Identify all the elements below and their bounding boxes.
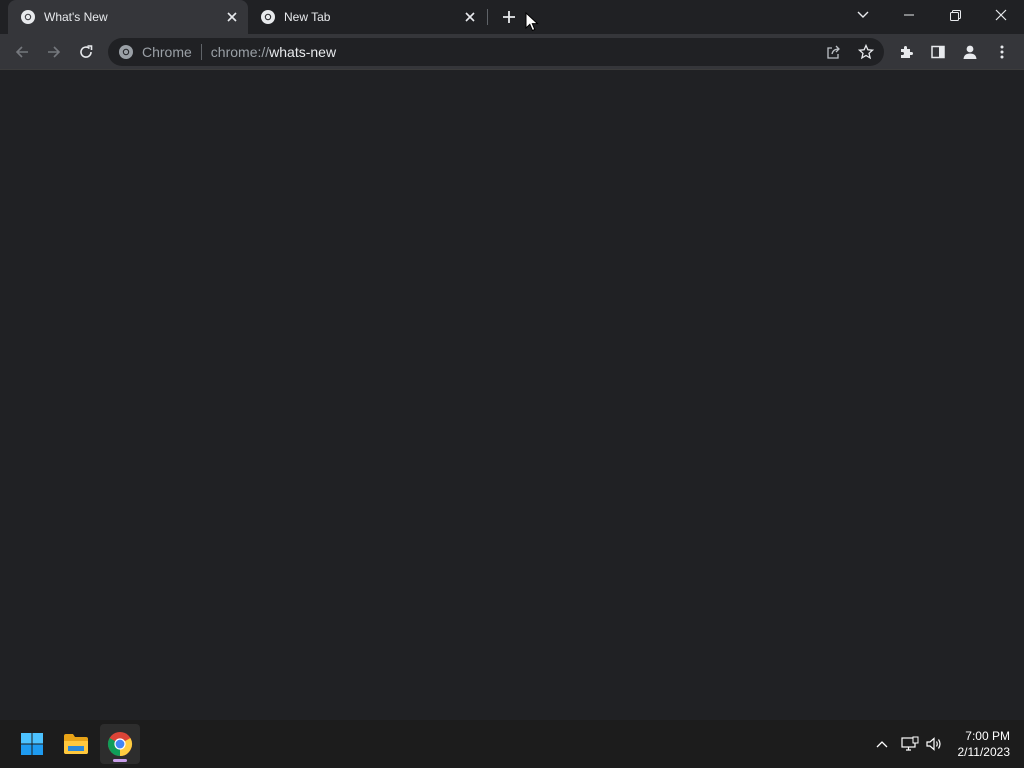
clock-time: 7:00 PM xyxy=(965,729,1010,743)
puzzle-piece-icon xyxy=(901,46,913,58)
person-icon xyxy=(963,45,977,59)
clock-date: 2/11/2023 xyxy=(957,745,1011,759)
new-tab-button[interactable] xyxy=(497,5,521,29)
side-panel-button[interactable] xyxy=(924,38,952,66)
file-explorer-button[interactable] xyxy=(56,724,96,764)
minimize-icon xyxy=(904,14,914,16)
plus-icon xyxy=(503,11,515,23)
close-icon xyxy=(995,9,1007,21)
file-explorer-icon xyxy=(64,734,88,754)
tab-title: What's New xyxy=(44,10,108,24)
arrow-left-icon xyxy=(15,46,28,58)
side-panel-icon xyxy=(931,45,945,59)
network-button[interactable] xyxy=(898,732,922,756)
restore-icon xyxy=(949,9,961,21)
site-chip-label: Chrome xyxy=(142,44,192,60)
show-hidden-icons-button[interactable] xyxy=(870,732,894,756)
url-host: whats-new xyxy=(269,44,337,60)
close-window-button[interactable] xyxy=(978,0,1024,30)
share-button[interactable] xyxy=(822,40,846,64)
address-bar[interactable]: Chrome chrome://whats-new xyxy=(108,38,884,66)
share-icon xyxy=(827,45,840,59)
close-tab-icon[interactable] xyxy=(460,7,480,27)
chrome-favicon-icon xyxy=(261,10,275,24)
tab-separator xyxy=(487,9,488,25)
reload-icon xyxy=(80,45,93,58)
tab-strip: What's New New Tab xyxy=(0,0,1024,34)
url-scheme: chrome:// xyxy=(210,44,270,60)
tab-search-button[interactable] xyxy=(840,0,886,30)
extensions-button[interactable] xyxy=(892,38,920,66)
close-tab-icon[interactable] xyxy=(222,7,242,27)
chevron-down-icon xyxy=(857,11,869,18)
more-vert-icon xyxy=(1000,45,1004,59)
page-content xyxy=(0,71,1024,720)
chrome-icon xyxy=(107,732,133,756)
chrome-taskbar-button[interactable] xyxy=(100,724,140,764)
back-button[interactable] xyxy=(8,38,36,66)
tab-whats-new[interactable]: What's New xyxy=(8,0,248,34)
start-button[interactable] xyxy=(12,724,52,764)
windows-taskbar: 7:00 PM 2/11/2023 xyxy=(0,720,1024,768)
star-icon xyxy=(858,44,874,60)
mouse-pointer-icon xyxy=(525,12,539,32)
forward-button[interactable] xyxy=(40,38,68,66)
bookmark-button[interactable] xyxy=(854,40,878,64)
volume-button[interactable] xyxy=(922,732,946,756)
tab-new-tab[interactable]: New Tab xyxy=(248,0,486,34)
browser-toolbar: Chrome chrome://whats-new xyxy=(0,34,1024,70)
menu-button[interactable] xyxy=(988,38,1016,66)
start-icon xyxy=(21,733,43,755)
chrome-favicon-icon xyxy=(21,10,35,24)
restore-button[interactable] xyxy=(932,0,978,30)
tab-title: New Tab xyxy=(284,10,331,24)
network-icon xyxy=(901,736,919,751)
profile-button[interactable] xyxy=(956,38,984,66)
clock[interactable]: 7:00 PM 2/11/2023 xyxy=(958,728,1011,760)
active-app-indicator xyxy=(113,759,127,762)
chevron-up-icon xyxy=(876,741,888,748)
minimize-button[interactable] xyxy=(886,0,932,30)
omnibox-divider xyxy=(200,44,202,60)
chrome-site-icon xyxy=(119,45,133,59)
speaker-icon xyxy=(926,737,941,751)
arrow-right-icon xyxy=(48,46,61,58)
reload-button[interactable] xyxy=(72,38,100,66)
